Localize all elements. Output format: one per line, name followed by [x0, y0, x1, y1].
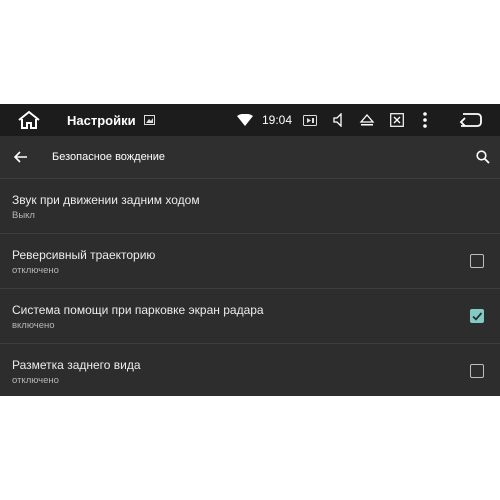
settings-list: Звук при движении задним ходом Выкл Реве… [0, 178, 500, 396]
setting-parking-radar[interactable]: Система помощи при парковке экран радара… [0, 289, 500, 343]
parking-radar-checkbox[interactable] [470, 309, 484, 323]
setting-rear-view-guidelines[interactable]: Разметка заднего вида отключено [0, 344, 500, 396]
setting-summary: отключено [12, 375, 59, 386]
close-box-icon[interactable] [388, 104, 406, 136]
clock-time: 19:04 [262, 113, 293, 127]
home-icon[interactable] [14, 104, 44, 136]
setting-summary: включено [12, 320, 55, 331]
page-title: Безопасное вождение [52, 151, 166, 163]
rear-view-guidelines-checkbox[interactable] [470, 364, 484, 378]
back-nav-icon[interactable] [455, 104, 485, 136]
setting-summary: отключено [12, 265, 59, 276]
search-icon[interactable] [470, 144, 496, 170]
setting-summary: Выкл [12, 210, 35, 221]
back-arrow-icon[interactable] [8, 144, 34, 170]
setting-title: Реверсивный траекторию [12, 248, 156, 262]
action-bar: Безопасное вождение [0, 136, 500, 178]
checkmark-icon [472, 312, 483, 321]
screen: Настройки 19:04 Безопасное вождение Звук… [0, 104, 500, 396]
image-icon [142, 104, 156, 136]
setting-reverse-trajectory[interactable]: Реверсивный траекторию отключено [0, 234, 500, 288]
setting-reverse-sound[interactable]: Звук при движении задним ходом Выкл [0, 179, 500, 233]
setting-title: Разметка заднего вида [12, 358, 141, 372]
overflow-menu-icon[interactable] [418, 104, 432, 136]
media-icon[interactable] [302, 104, 318, 136]
reverse-trajectory-checkbox[interactable] [470, 254, 484, 268]
status-bar: Настройки 19:04 [0, 104, 500, 136]
setting-title: Звук при движении задним ходом [12, 193, 200, 207]
status-bar-title: Настройки [67, 112, 136, 128]
setting-title: Система помощи при парковке экран радара [12, 303, 264, 317]
volume-icon[interactable] [330, 104, 348, 136]
wifi-icon [236, 104, 254, 136]
eject-icon[interactable] [358, 104, 376, 136]
